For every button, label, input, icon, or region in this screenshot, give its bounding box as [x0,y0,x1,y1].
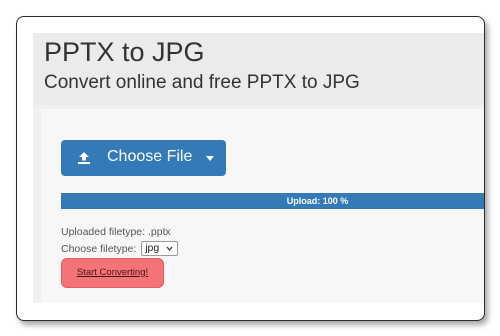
uploaded-filetype-text: Uploaded filetype: .pptx [61,226,171,238]
chevron-down-icon [166,246,173,251]
choose-file-label: Choose File [107,148,193,165]
page-header: PPTX to JPG Convert online and free PPTX… [33,33,484,105]
start-converting-button[interactable]: Start Converting! [61,258,164,288]
choose-filetype-label: Choose filetype: [61,243,137,255]
page-subtitle: Convert online and free PPTX to JPG [44,72,360,93]
screenshot-frame: PPTX to JPG Convert online and free PPTX… [16,16,485,321]
filetype-select[interactable]: jpg [141,241,179,256]
choose-filetype-row: Choose filetype: jpg [61,241,179,257]
chevron-down-icon[interactable] [206,156,214,161]
upload-icon [78,152,90,164]
converter-page: PPTX to JPG Convert online and free PPTX… [33,33,484,303]
upload-progress-bar: Upload: 100 % [61,193,484,209]
choose-file-button[interactable]: Choose File [61,140,226,176]
filetype-select-value: jpg [145,242,160,254]
upload-progress-text: Upload: 100 % [286,196,349,206]
page-title: PPTX to JPG [44,37,205,67]
start-converting-label: Start Converting! [76,267,149,278]
